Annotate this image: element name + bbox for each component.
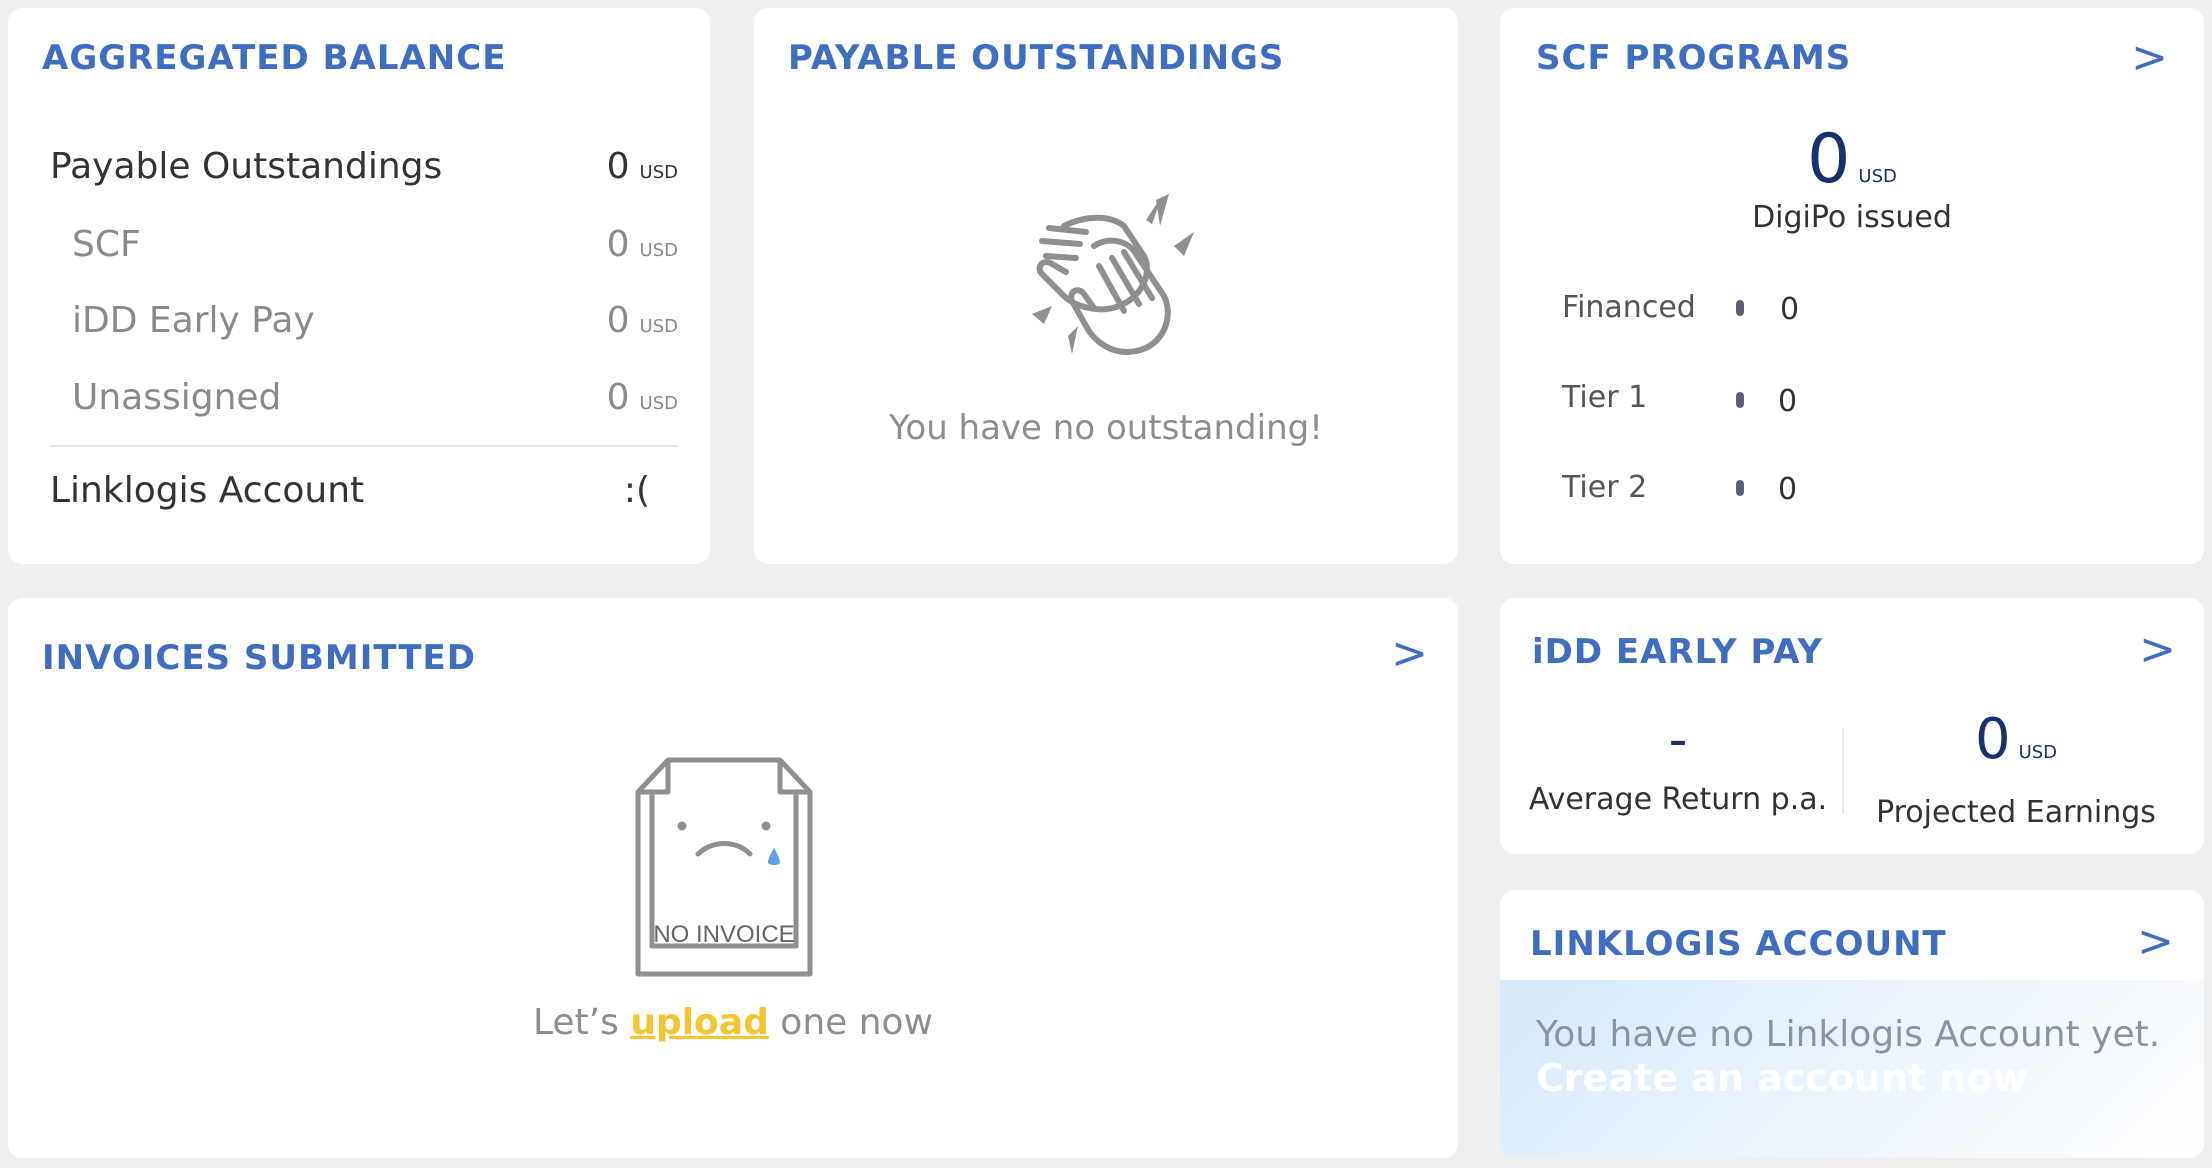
amount-unit: USD (639, 240, 678, 261)
linklogis-sad-face: :( (623, 470, 650, 511)
idd-chevron-button[interactable]: > (2139, 628, 2176, 672)
balance-row-scf: SCF 0 USD (8, 224, 710, 284)
linklogis-account-title: LINKLOGIS ACCOUNT (1530, 924, 1947, 964)
projected-earnings-value: 0 (1974, 707, 2011, 772)
projected-earnings-amount: 0 USD (1856, 710, 2176, 783)
scf-row-dot (1736, 480, 1744, 496)
projected-earnings-unit: USD (2018, 742, 2058, 763)
average-return-block: - Average Return p.a. (1500, 710, 1856, 817)
scf-programs-card: SCF PROGRAMS > 0 USD DigiPo issued Financ… (1500, 8, 2204, 564)
amount-unit: USD (639, 316, 678, 337)
projected-earnings-label: Projected Earnings (1876, 795, 2156, 830)
balance-row-amount: 0 USD (607, 377, 678, 418)
sad-box-icon: NO INVOICE (635, 757, 813, 977)
no-account-message: You have no Linklogis Account yet. (1536, 1014, 2161, 1055)
digipo-value: 0 (1807, 120, 1851, 199)
upload-prompt-prefix: Let’s (532, 1002, 631, 1043)
no-outstanding-message: You have no outstanding! (889, 408, 1323, 448)
payable-outstandings-card: PAYABLE OUTSTANDINGS You have no outstan… (754, 8, 1458, 564)
scf-row-value: 0 (1778, 472, 1798, 507)
scf-row-label: Tier 1 (1562, 380, 1648, 415)
scf-programs-title: SCF PROGRAMS (1536, 38, 1852, 78)
idd-early-pay-card: iDD EARLY PAY > - Average Return p.a. 0U… (1500, 598, 2204, 854)
create-account-link[interactable]: Create an account now (1536, 1056, 2028, 1100)
digipo-amount: 0 USD (1500, 120, 2204, 199)
aggregated-balance-title: AGGREGATED BALANCE (42, 38, 507, 78)
average-return-value: - (1668, 710, 1688, 770)
balance-divider (50, 445, 678, 447)
balance-row-amount: 0 USD (607, 224, 678, 265)
upload-prompt-suffix: one now (768, 1002, 934, 1043)
linklogis-account-card: LINKLOGIS ACCOUNT > You have no Linklogi… (1500, 890, 2204, 1158)
amount-value: 0 (606, 377, 630, 418)
digipo-caption: DigiPo issued (1752, 200, 1952, 235)
balance-row-idd: iDD Early Pay 0 USD (8, 300, 710, 360)
scf-row-value: 0 (1778, 384, 1798, 419)
invoices-chevron-button[interactable]: > (1391, 632, 1428, 676)
scf-row-label: Tier 2 (1562, 470, 1648, 505)
balance-row-label: SCF (72, 224, 141, 265)
invoices-submitted-title: INVOICES SUBMITTED (42, 638, 476, 678)
no-invoice-label: NO INVOICE (653, 921, 794, 948)
balance-row-linklogis: Linklogis Account :( (8, 470, 710, 530)
amount-value: 0 (606, 300, 630, 341)
amount-unit: USD (639, 393, 678, 414)
amount-value: 0 (606, 224, 630, 265)
projected-earnings-block: 0 USD Projected Earnings (1856, 710, 2176, 831)
scf-row-dot (1736, 392, 1744, 408)
balance-row-amount: 0 USD (607, 146, 678, 187)
idd-divider (1842, 728, 1844, 814)
payable-outstandings-title: PAYABLE OUTSTANDINGS (788, 38, 1285, 78)
balance-row-label: iDD Early Pay (72, 300, 315, 341)
idd-early-pay-title: iDD EARLY PAY (1532, 632, 1823, 672)
linklogis-chevron-button[interactable]: > (2137, 920, 2174, 964)
upload-prompt: Let’s upload one now (8, 1002, 1458, 1043)
balance-row-label: Payable Outstandings (50, 146, 443, 187)
balance-row-unassigned: Unassigned 0 USD (8, 377, 710, 437)
upload-link[interactable]: upload (630, 1002, 769, 1043)
amount-value: 0 (606, 146, 630, 187)
scf-row-dot (1736, 300, 1744, 316)
clapping-hands-icon (1032, 194, 1194, 355)
scf-row-value: 0 (1780, 292, 1800, 327)
balance-row-amount: 0 USD (607, 300, 678, 341)
amount-unit: USD (639, 162, 678, 183)
balance-row-label: Unassigned (72, 377, 282, 418)
balance-row-payable: Payable Outstandings 0 USD (8, 146, 710, 206)
scf-row-label: Financed (1562, 290, 1696, 325)
balance-row-label: Linklogis Account (50, 470, 365, 511)
invoices-submitted-card: INVOICES SUBMITTED > NO INVOICE Let’s up… (8, 598, 1458, 1158)
aggregated-balance-card: AGGREGATED BALANCE Payable Outstandings … (8, 8, 710, 564)
scf-chevron-button[interactable]: > (2131, 36, 2168, 80)
digipo-unit: USD (1858, 166, 1897, 187)
average-return-label: Average Return p.a. (1528, 782, 1828, 817)
